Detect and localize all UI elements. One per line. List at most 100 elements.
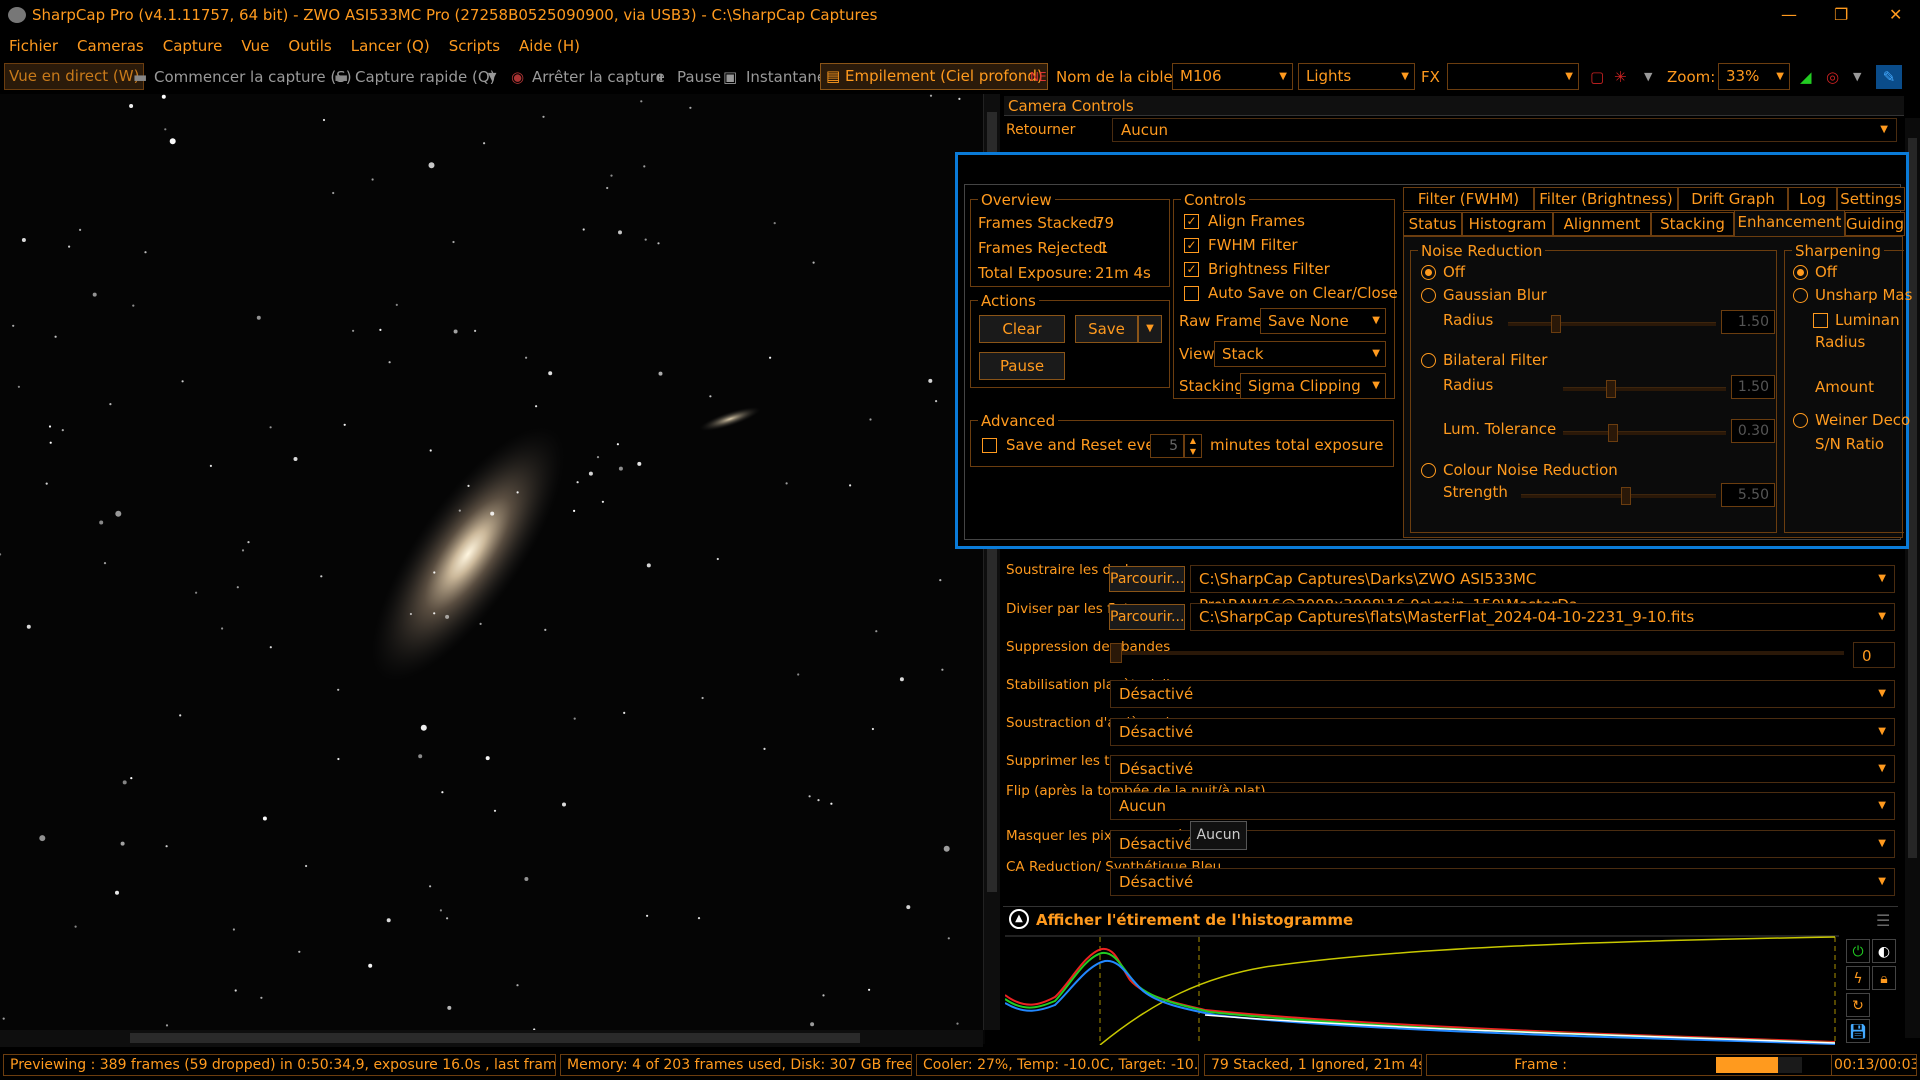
save-button[interactable]: Save [1075, 315, 1138, 343]
tab-settings[interactable]: Settings [1837, 187, 1905, 211]
focus-icon[interactable]: ◎ [1826, 65, 1839, 89]
menu-lancer[interactable]: Lancer (Q) [342, 32, 440, 55]
bilateral-radio[interactable] [1421, 353, 1436, 368]
gaussian-radius-slider[interactable] [1508, 315, 1716, 333]
stacking-mode-select[interactable]: Sigma Clipping ▼ [1240, 373, 1386, 399]
weiner-radio[interactable] [1793, 413, 1808, 428]
tab-status[interactable]: Status [1403, 212, 1462, 236]
live-view-button[interactable]: Vue en direct (W) [4, 63, 145, 90]
align-frames-checkbox[interactable]: ✓ [1184, 214, 1199, 229]
tab-guiding[interactable]: Guiding [1845, 212, 1905, 236]
pin-icon[interactable]: ✎ [1876, 65, 1902, 89]
menu-scripts[interactable]: Scripts [440, 32, 510, 55]
maximize-icon[interactable]: ❐ [1834, 5, 1848, 24]
tab-filter-fwhm[interactable]: Filter (FWHM) [1403, 187, 1534, 211]
tab-histogram[interactable]: Histogram [1462, 212, 1553, 236]
minimize-icon[interactable]: — [1781, 5, 1797, 24]
noise-off-radio[interactable] [1421, 265, 1436, 280]
planet-stabilisation-select[interactable]: Désactivé ▼ [1110, 680, 1895, 708]
menu-aide[interactable]: Aide (H) [510, 32, 590, 55]
snapshot-button[interactable]: Instantané [746, 65, 826, 89]
stacking-button[interactable]: ▤ Empilement (Ciel profond) [820, 63, 1048, 90]
darks-browse-button[interactable]: Parcourir... [1109, 566, 1185, 592]
controls-group: Controls ✓ Align Frames ✓ FWHM Filter ✓ … [1173, 191, 1398, 399]
gaussian-radio[interactable] [1421, 288, 1436, 303]
colour-noise-radio[interactable] [1421, 463, 1436, 478]
sharpen-off-radio[interactable] [1793, 265, 1808, 280]
tab-drift-graph[interactable]: Drift Graph [1678, 187, 1788, 211]
lock-icon[interactable]: 🔒︎ [1872, 966, 1896, 990]
raw-frames-select[interactable]: Save None ▼ [1260, 308, 1386, 334]
pause-button[interactable]: Pause [677, 65, 721, 89]
bilateral-radius-slider[interactable] [1563, 380, 1726, 398]
tab-enhancement[interactable]: Enhancement [1734, 210, 1845, 237]
zoom-select[interactable]: 33% ▼ [1718, 63, 1790, 90]
satellite-trails-select[interactable]: Désactivé ▼ [1110, 755, 1895, 783]
chevron-down-icon[interactable]: ▼ [1644, 65, 1652, 89]
save-reset-checkbox[interactable] [982, 438, 997, 453]
menu-cameras[interactable]: Cameras [68, 32, 154, 55]
stacking-mode-value: Sigma Clipping [1248, 377, 1361, 395]
crosshair-icon[interactable]: ✳ [1614, 65, 1627, 89]
histogram-chart[interactable] [1005, 935, 1839, 1045]
tab-filter-brightness[interactable]: Filter (Brightness) [1534, 187, 1678, 211]
view-select[interactable]: Stack ▼ [1214, 341, 1386, 367]
brightness-filter-checkbox[interactable]: ✓ [1184, 262, 1199, 277]
lum-tolerance-slider[interactable] [1563, 424, 1726, 442]
flats-path-select[interactable]: C:\SharpCap Captures\flats\MasterFlat_20… [1190, 603, 1895, 631]
ca-reduction-select[interactable]: Désactivé ▼ [1110, 868, 1895, 896]
image-viewer[interactable] [0, 94, 985, 1044]
menu-capture[interactable]: Capture [154, 32, 233, 55]
frame-type-select[interactable]: Lights ▼ [1298, 63, 1415, 90]
fx-select[interactable]: ▼ [1447, 63, 1579, 90]
close-icon[interactable]: ✕ [1889, 5, 1902, 24]
reset-icon[interactable]: ↻ [1846, 993, 1870, 1017]
roi-icon[interactable]: ▢ [1590, 65, 1604, 89]
tab-alignment[interactable]: Alignment [1553, 212, 1651, 236]
quick-capture-button[interactable]: Capture rapide (Q) [355, 65, 496, 89]
viewer-horizontal-scrollbar[interactable] [0, 1030, 983, 1047]
strength-slider[interactable] [1521, 487, 1716, 505]
flip-select[interactable]: Aucun ▼ [1110, 792, 1895, 820]
chevron-down-icon[interactable]: ▼ [488, 65, 496, 89]
unsharp-radio[interactable] [1793, 288, 1808, 303]
luminance-checkbox[interactable] [1813, 313, 1828, 328]
clear-button[interactable]: Clear [979, 315, 1065, 343]
fwhm-filter-checkbox[interactable]: ✓ [1184, 238, 1199, 253]
background-subtraction-select[interactable]: Désactivé ▼ [1110, 718, 1895, 746]
save-dropdown-button[interactable]: ▼ [1138, 315, 1162, 343]
strength-value[interactable]: 5.50 [1721, 483, 1775, 507]
tab-stacking[interactable]: Stacking [1651, 212, 1734, 236]
target-select[interactable]: M106 ▼ [1172, 63, 1293, 90]
pause-stack-button[interactable]: Pause [979, 352, 1065, 380]
stop-capture-button[interactable]: Arrêter la capture [532, 65, 665, 89]
save-reset-spinner[interactable]: ▲ ▼ [1184, 434, 1202, 458]
lightning-icon[interactable]: ϟ [1846, 966, 1870, 990]
auto-save-checkbox[interactable] [1184, 286, 1199, 301]
bilateral-radius-value[interactable]: 1.50 [1731, 375, 1775, 399]
menu-fichier[interactable]: Fichier [0, 32, 68, 55]
start-capture-button[interactable]: Commencer la capture (S) [154, 65, 352, 89]
power-icon[interactable]: ⏻ [1846, 939, 1870, 963]
contrast-icon[interactable]: ◐ [1872, 939, 1896, 963]
menu-icon[interactable]: ☰ [1876, 911, 1890, 930]
banding-slider[interactable] [1110, 643, 1844, 663]
collapse-icon[interactable]: ▲ [1009, 909, 1029, 929]
sharpening-group: Sharpening Off Unsharp Mas Luminan Radiu… [1784, 242, 1912, 533]
tab-log[interactable]: Log [1788, 187, 1837, 211]
ca-reduction-value: Désactivé [1119, 873, 1194, 891]
darks-path-select[interactable]: C:\SharpCap Captures\Darks\ZWO ASI533MC … [1190, 565, 1895, 614]
retourner-select[interactable]: Aucun ▼ [1112, 118, 1897, 142]
frames-rejected-value: 1 [1099, 239, 1109, 257]
menu-outils[interactable]: Outils [279, 32, 341, 55]
menu-vue[interactable]: Vue [232, 32, 279, 55]
banding-value[interactable]: 0 [1853, 642, 1895, 668]
histogram-icon[interactable]: ◢ [1800, 65, 1812, 89]
flats-browse-button[interactable]: Parcourir... [1109, 604, 1185, 630]
gaussian-radius-value[interactable]: 1.50 [1721, 310, 1775, 334]
save-reset-input[interactable]: 5 [1150, 434, 1184, 458]
lum-tolerance-value[interactable]: 0.30 [1731, 419, 1775, 443]
stop-icon: ◉ [511, 68, 525, 86]
chevron-down-icon[interactable]: ▼ [1853, 65, 1861, 89]
save-icon[interactable]: 💾︎ [1846, 1019, 1870, 1043]
